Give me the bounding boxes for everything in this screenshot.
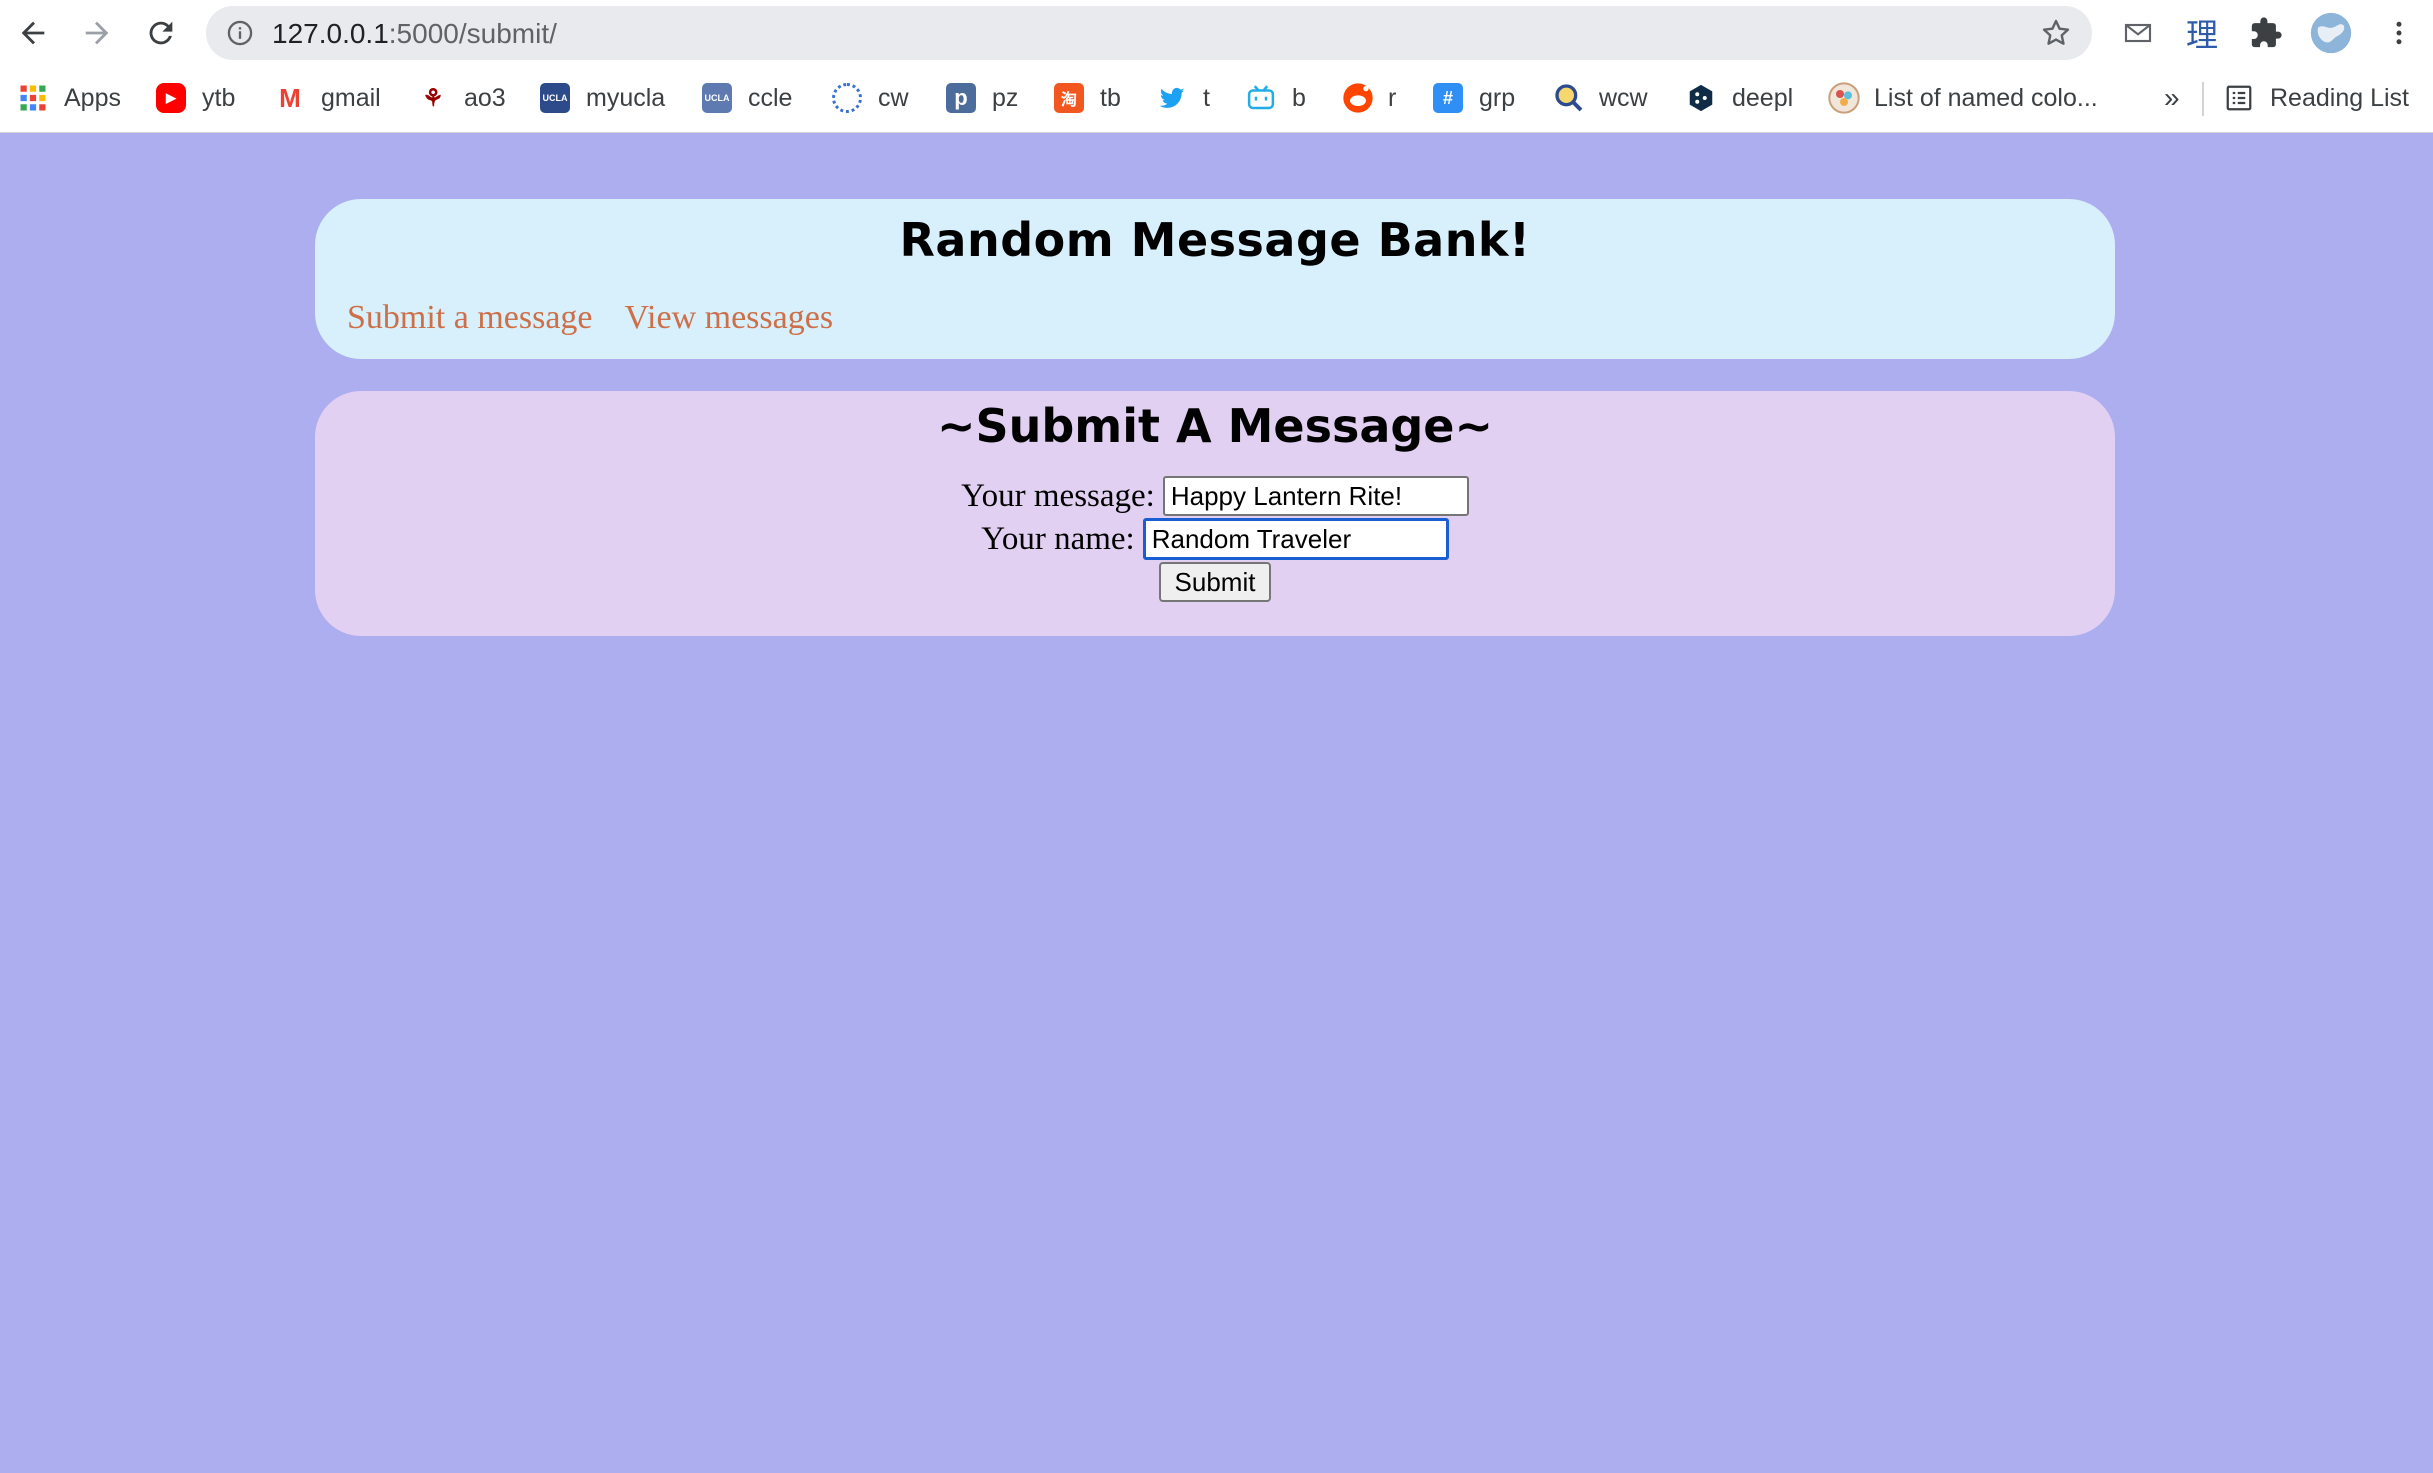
arrow-right-icon [85,21,109,45]
wcw-icon [1555,84,1583,112]
bookmark-named-colors[interactable]: List of named colo... [1828,80,2098,116]
name-input[interactable] [1142,518,1449,560]
bookmark-label: cw [878,83,909,112]
form-title: ~Submit A Message~ [936,399,1494,453]
view-messages-link[interactable]: View messages [625,299,834,337]
message-label: Your message: [961,477,1155,514]
bookmark-label: b [1292,83,1306,112]
forward-button[interactable] [72,8,122,58]
bookmark-label: ytb [202,83,236,112]
profile-avatar-icon[interactable] [2309,11,2353,55]
bookmark-ccle[interactable]: UCLA ccle [702,80,792,116]
browser-menu-icon[interactable] [2380,14,2418,52]
back-button[interactable] [8,8,58,58]
message-row: Your message: [315,476,2115,516]
bookmark-b[interactable]: b [1246,80,1306,116]
site-title: Random Message Bank! [899,213,1531,267]
bookmark-label: r [1388,83,1397,112]
url-text[interactable]: 127.0.0.1:5000/submit/ [272,18,557,50]
bookmark-apps[interactable]: Apps [18,80,121,116]
arrow-left-icon [21,21,45,45]
message-input[interactable] [1162,476,1469,516]
bookmarks-divider [2202,82,2204,116]
bookmark-r[interactable]: r [1342,80,1396,116]
name-row: Your name: [315,518,2115,560]
ucla-icon: UCLA [540,83,570,113]
gmail-icon: M [275,83,305,113]
submit-form-card: ~Submit A Message~ Your message: Your na… [315,391,2115,636]
mail-extension-icon[interactable] [2119,14,2157,52]
reddit-icon [1343,83,1373,113]
browser-toolbar: 127.0.0.1:5000/submit/ 理 [0,0,2433,66]
bookmark-ao3[interactable]: ⚘ ao3 [418,80,506,116]
grp-icon: # [1433,83,1463,113]
bookmark-label: wcw [1599,83,1648,112]
bookmark-label: ao3 [464,83,506,112]
url-host: 127.0.0.1 [272,18,389,49]
bookmark-label: t [1203,83,1210,112]
bookmark-label: List of named colo... [1874,83,2098,112]
dictionary-extension-icon[interactable]: 理 [2183,14,2221,54]
submit-row: Submit [315,562,2115,602]
bookmark-label: ccle [748,83,793,112]
reload-icon [149,21,173,45]
ao3-icon: ⚘ [418,83,448,113]
bookmark-t[interactable]: t [1157,80,1210,116]
twitter-icon [1159,87,1185,108]
bookmark-cw[interactable]: cw [832,80,909,116]
bookmark-myucla[interactable]: UCLA myucla [540,80,665,116]
deepl-icon [1689,84,1713,112]
bookmark-pz[interactable]: p pz [946,80,1018,116]
url-path: :5000/submit/ [388,18,557,49]
bookmark-grp[interactable]: # grp [1433,80,1515,116]
bookmark-gmail[interactable]: M gmail [275,80,381,116]
reading-list-button[interactable]: Reading List [2224,80,2409,116]
bookmark-wcw[interactable]: wcw [1553,80,1648,116]
cw-icon [832,83,862,113]
bookmark-label: Apps [64,83,121,112]
bookmark-deepl[interactable]: deepl [1686,80,1793,116]
apps-grid-icon [20,85,46,111]
bookmark-label: tb [1100,83,1121,112]
info-icon[interactable] [226,19,254,47]
bookmarks-bar: Apps ▶ ytb M gmail ⚘ ao3 UCLA myucla UCL… [0,66,2433,133]
submit-message-link[interactable]: Submit a message [347,299,593,337]
bookmark-label: gmail [321,83,381,112]
bookmark-label: deepl [1732,83,1794,112]
submit-button[interactable]: Submit [1158,562,1272,602]
tb-icon: 淘 [1054,83,1084,113]
bookmarks-overflow-button[interactable]: » [2164,80,2180,116]
reload-button[interactable] [136,8,186,58]
extensions-puzzle-icon[interactable] [2247,14,2285,52]
youtube-icon: ▶ [156,83,186,113]
p-icon: p [946,83,976,113]
page-content: Random Message Bank! Submit a message Vi… [0,133,2433,1473]
address-bar[interactable]: 127.0.0.1:5000/submit/ [206,6,2092,60]
bilibili-icon [1247,85,1275,110]
bookmark-tb[interactable]: 淘 tb [1054,80,1121,116]
bookmark-star-icon[interactable] [2040,17,2072,49]
bookmark-label: myucla [586,83,666,112]
name-label: Your name: [981,520,1135,557]
site-nav: Submit a message View messages [347,299,865,337]
bookmark-label: grp [1479,83,1516,112]
header-card: Random Message Bank! Submit a message Vi… [315,199,2115,359]
reading-list-label: Reading List [2270,83,2409,112]
bookmark-ytb[interactable]: ▶ ytb [156,80,235,116]
ucla-icon: UCLA [702,83,732,113]
bookmark-label: pz [992,83,1019,112]
colors-icon [1828,82,1860,114]
reading-list-icon [2226,85,2252,111]
